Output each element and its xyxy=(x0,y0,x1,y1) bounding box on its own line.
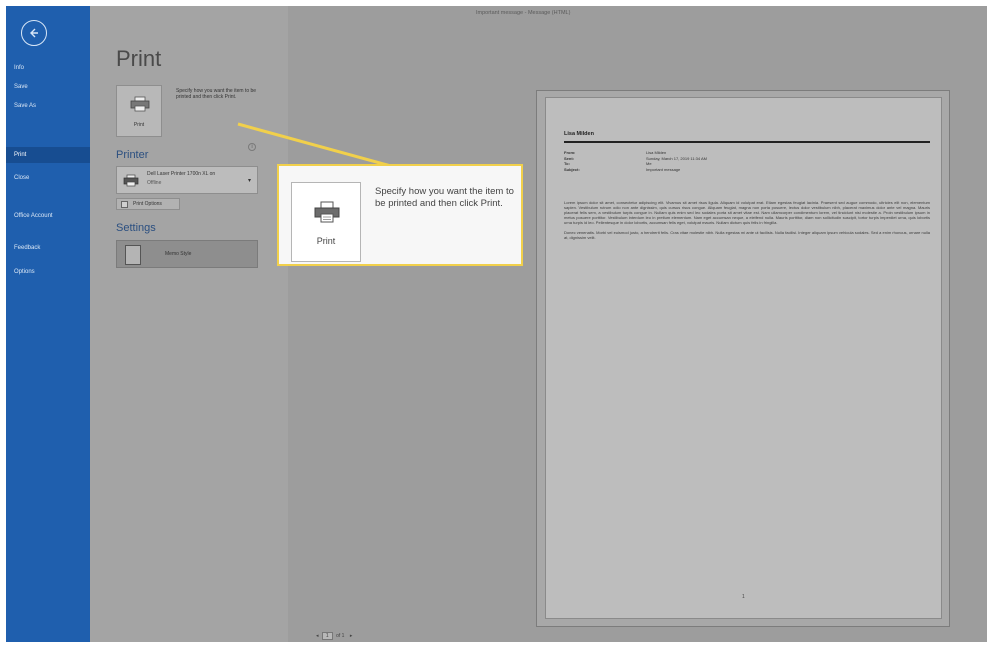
window-title: Important message - Message (HTML) xyxy=(476,10,571,16)
sidebar-item-save-as[interactable]: Save As xyxy=(6,98,90,114)
printer-heading: Printer xyxy=(116,149,149,161)
doc-paragraph: Donec venenatis. Morbi vel euismod justo… xyxy=(564,230,930,240)
print-button-label: Print xyxy=(133,122,145,128)
printer-dropdown[interactable]: Dell Laser Printer 1700n XL on Offline ▾ xyxy=(116,166,258,194)
print-panel: Print Print Specify how you want the ite… xyxy=(90,6,288,642)
printer-icon xyxy=(130,96,150,112)
preview-page: Lisa Milden From: Lisa Milden Sent: Sund… xyxy=(545,97,942,619)
doc-sender-name: Lisa Milden xyxy=(564,131,594,137)
page-count: of 1 xyxy=(336,633,345,639)
print-button[interactable]: Print xyxy=(116,85,162,137)
printer-icon xyxy=(314,201,340,223)
outlook-print-backstage: Info Save Save As Print Close Office Acc… xyxy=(6,6,987,642)
back-button[interactable] xyxy=(21,20,47,46)
printer-status: Offline xyxy=(147,180,162,186)
sidebar-item-close[interactable]: Close xyxy=(6,170,90,186)
page-title: Print xyxy=(116,46,162,71)
next-page-button[interactable]: ▸ xyxy=(348,633,355,639)
current-page-input[interactable]: 1 xyxy=(321,632,333,640)
doc-body: Lorem ipsum dolor sit amet, consectetur … xyxy=(564,200,930,245)
sidebar-item-print[interactable]: Print xyxy=(6,147,90,163)
page-number: 1 xyxy=(742,594,745,600)
prev-page-button[interactable]: ◂ xyxy=(314,633,321,639)
print-options-button[interactable]: Print Options xyxy=(116,198,180,210)
callout-description: Specify how you want the item to be prin… xyxy=(375,186,514,209)
print-options-label: Print Options xyxy=(133,201,162,207)
back-arrow-icon xyxy=(30,28,38,38)
sidebar-item-info[interactable]: Info xyxy=(6,60,90,76)
printer-icon xyxy=(123,174,139,187)
doc-header-value: Important message xyxy=(646,166,681,172)
settings-heading: Settings xyxy=(116,222,156,234)
info-icon[interactable]: i xyxy=(248,143,256,151)
sidebar-item-office-account[interactable]: Office Account xyxy=(6,211,56,229)
page-navigator: ◂ 1 of 1 ▸ xyxy=(314,632,354,640)
doc-header-key: Subject: xyxy=(564,166,580,172)
style-name: Memo Style xyxy=(165,251,192,257)
sidebar-item-options[interactable]: Options xyxy=(6,264,90,280)
doc-header-value: Sunday, March 17, 2019 11:34 AM xyxy=(646,155,708,161)
print-options-icon xyxy=(121,201,128,208)
sidebar-item-feedback[interactable]: Feedback xyxy=(6,240,90,256)
zoom-callout: Print Specify how you want the item to b… xyxy=(277,164,523,266)
print-button-zoomed-label: Print xyxy=(316,236,336,246)
doc-header-row: Subject: Important message xyxy=(564,167,707,173)
sidebar-item-save[interactable]: Save xyxy=(6,79,90,95)
memo-style-icon xyxy=(125,245,141,265)
doc-divider xyxy=(564,141,930,143)
print-style-selector[interactable]: Memo Style xyxy=(116,240,258,268)
doc-header-block: From: Lisa Milden Sent: Sunday, March 17… xyxy=(564,150,707,172)
doc-paragraph: Lorem ipsum dolor sit amet, consectetur … xyxy=(564,200,930,225)
print-preview: Lisa Milden From: Lisa Milden Sent: Sund… xyxy=(536,90,950,627)
backstage-sidebar: Info Save Save As Print Close Office Acc… xyxy=(6,6,90,642)
print-button-zoomed[interactable]: Print xyxy=(291,182,361,262)
print-description: Specify how you want the item to be prin… xyxy=(176,88,257,100)
printer-name: Dell Laser Printer 1700n XL on xyxy=(147,171,216,177)
chevron-down-icon: ▾ xyxy=(247,178,251,184)
